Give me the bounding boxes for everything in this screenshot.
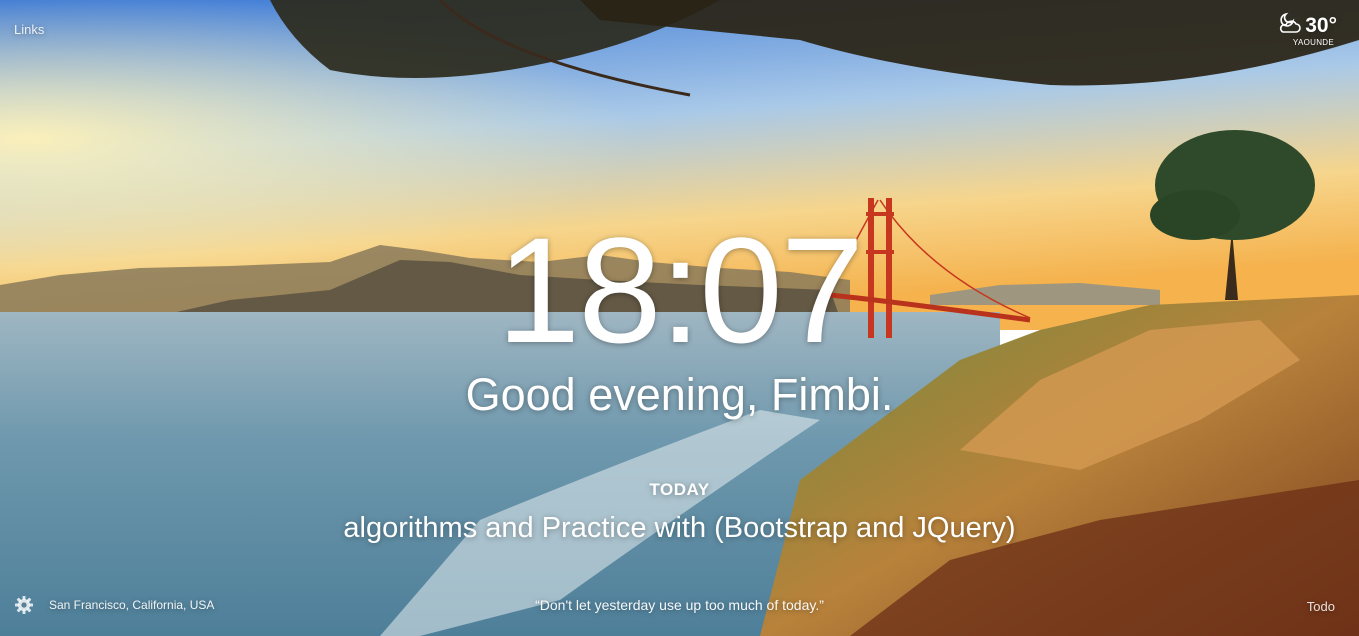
weather-city: YAOUNDE: [1292, 38, 1334, 47]
focus-text[interactable]: algorithms and Practice with (Bootstrap …: [0, 510, 1359, 546]
quote-text[interactable]: “Don't let yesterday use up too much of …: [0, 597, 1359, 613]
focus-label: TODAY: [649, 480, 710, 499]
dashboard-stage: Links 30° YAOUNDE 18:07 Good evening, Fi…: [0, 0, 1359, 636]
links-button[interactable]: Links: [14, 22, 44, 37]
greeting-text: Good evening, Fimbi.: [465, 369, 894, 420]
partly-cloudy-night-icon: [1277, 12, 1303, 39]
todo-button[interactable]: Todo: [1307, 599, 1335, 614]
weather-temperature: 30°: [1305, 13, 1337, 37]
weather-widget[interactable]: 30° YAOUNDE: [1277, 12, 1337, 47]
clock-time: 18:07: [496, 206, 864, 374]
